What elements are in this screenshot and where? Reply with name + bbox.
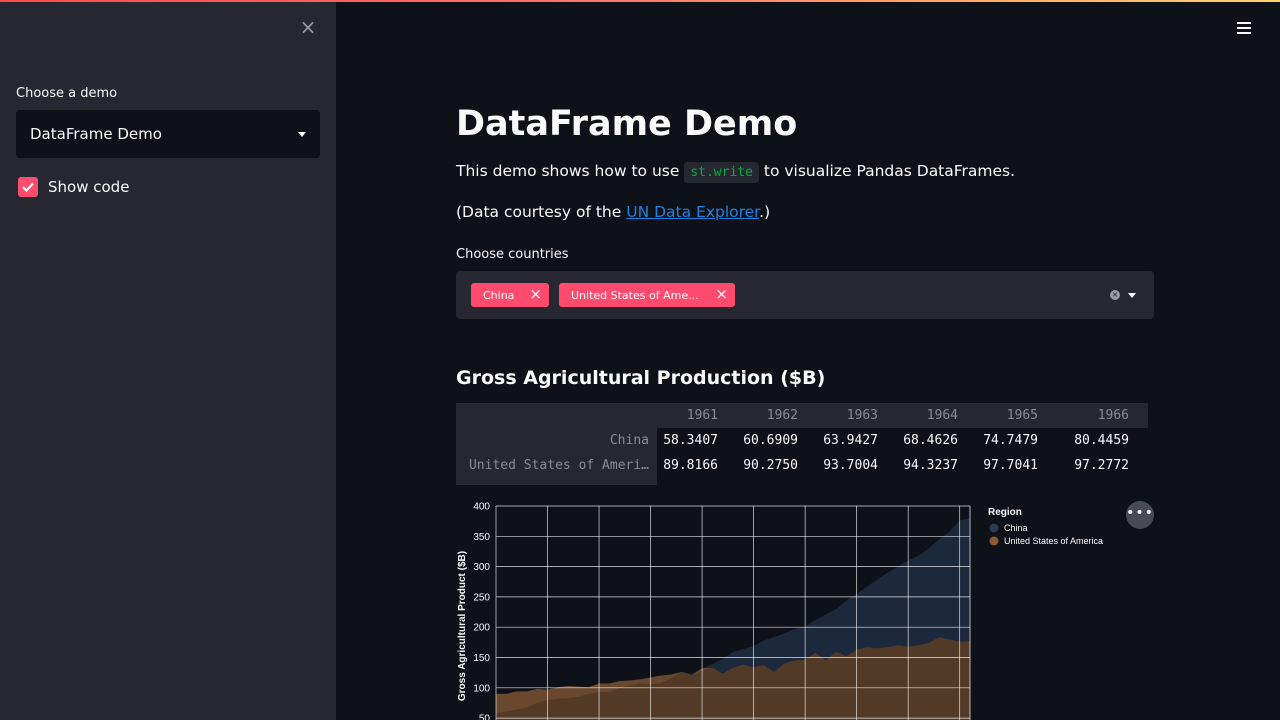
column-header[interactable]: 1963 (817, 403, 897, 428)
hamburger-menu-icon[interactable] (1237, 22, 1251, 36)
sidebar: × Choose a demo DataFrame Demo Show code (0, 0, 336, 720)
clear-all-icon[interactable]: × (1110, 290, 1120, 300)
top-decoration-bar (0, 0, 1280, 2)
legend-title: Region (988, 507, 1022, 518)
table-cell[interactable]: 97.2772 (1057, 453, 1148, 478)
y-tick-label: 150 (473, 653, 490, 664)
demo-select-label: Choose a demo (16, 86, 118, 101)
y-tick-label: 400 (473, 502, 490, 513)
demo-select[interactable]: DataFrame Demo (16, 110, 320, 158)
table-row: United States of Ameri… 89.8166 90.2750 … (456, 453, 1148, 478)
y-tick-label: 50 (479, 714, 491, 720)
legend-label: China (1004, 523, 1028, 533)
column-header[interactable]: 1961 (657, 403, 737, 428)
chart-subheader: Gross Agricultural Production ($B) (456, 367, 826, 389)
intro-text: This demo shows how to use (456, 162, 685, 180)
table-cell[interactable]: 89.8166 (657, 453, 737, 478)
chevron-down-icon (298, 131, 306, 137)
tag-label: China (483, 288, 515, 302)
credit-paragraph: (Data courtesy of the UN Data Explorer.) (456, 203, 770, 221)
checkmark-icon (22, 182, 34, 193)
y-tick-label: 100 (473, 683, 490, 694)
y-axis-label: Gross Agricultural Product ($B) (457, 551, 468, 701)
y-tick-label: 250 (473, 592, 490, 603)
dataframe-table[interactable]: 1961 1962 1963 1964 1965 1966 China 58.3… (456, 403, 1148, 485)
table-cell[interactable]: 93.7004 (817, 453, 897, 478)
table-cell[interactable]: 58.3407 (657, 428, 737, 453)
show-code-label: Show code (48, 178, 130, 196)
tag-usa: United States of Ame... × (559, 283, 735, 307)
intro-paragraph: This demo shows how to use st.write to v… (456, 162, 1016, 183)
countries-multiselect[interactable]: China × United States of Ame... × × (456, 271, 1154, 319)
table-cell[interactable]: 90.2750 (737, 453, 817, 478)
remove-tag-icon[interactable]: × (715, 286, 728, 303)
table-header-row: 1961 1962 1963 1964 1965 1966 (456, 403, 1148, 428)
area-chart[interactable]: 50 100 150 200 250 300 350 400 Gross Agricultura… (456, 496, 1156, 720)
table-cell[interactable]: 60.6909 (737, 428, 817, 453)
chart-svg: 50 100 150 200 250 300 350 400 Gross Agricultura… (457, 502, 1103, 720)
credit-text: (Data courtesy of the (456, 203, 627, 221)
legend-swatch (989, 536, 999, 546)
table-cell[interactable]: 80.4459 (1057, 428, 1148, 453)
column-header[interactable]: 1965 (977, 403, 1057, 428)
table-cell[interactable]: 68.4626 (897, 428, 977, 453)
table-cell[interactable]: 74.7479 (977, 428, 1057, 453)
y-tick-label: 350 (473, 532, 490, 543)
tag-label: United States of Ame... (571, 288, 699, 302)
legend-swatch (989, 523, 999, 533)
legend-label: United States of America (1004, 536, 1103, 546)
table-cell[interactable]: 97.7041 (977, 453, 1057, 478)
tag-china: China × (471, 283, 549, 307)
intro-text-end: to visualize Pandas DataFrames. (758, 162, 1016, 180)
close-sidebar-icon[interactable]: × (298, 17, 318, 37)
remove-tag-icon[interactable]: × (529, 286, 542, 303)
column-header[interactable]: 1962 (737, 403, 817, 428)
credit-text-end: .) (759, 203, 771, 221)
table-cell[interactable]: 63.9427 (817, 428, 897, 453)
un-data-explorer-link[interactable]: UN Data Explorer (626, 203, 759, 221)
y-tick-label: 200 (473, 623, 490, 634)
row-index: United States of Ameri… (468, 458, 649, 473)
table-row: China 58.3407 60.6909 63.9427 68.4626 74… (456, 428, 1148, 453)
y-tick-label: 300 (473, 562, 490, 573)
demo-select-value: DataFrame Demo (30, 125, 162, 143)
table-cell[interactable]: 94.3237 (897, 453, 977, 478)
column-header[interactable]: 1964 (897, 403, 977, 428)
show-code-checkbox-row[interactable]: Show code (18, 177, 129, 197)
inline-code: st.write (684, 162, 759, 183)
show-code-checkbox[interactable] (18, 177, 38, 197)
page-title: DataFrame Demo (456, 104, 798, 144)
chart-menu-icon[interactable]: ••• (1126, 501, 1154, 529)
chevron-down-icon[interactable] (1128, 293, 1136, 298)
countries-label: Choose countries (456, 247, 569, 262)
column-header[interactable]: 1966 (1057, 403, 1148, 428)
row-index: China (609, 433, 649, 448)
